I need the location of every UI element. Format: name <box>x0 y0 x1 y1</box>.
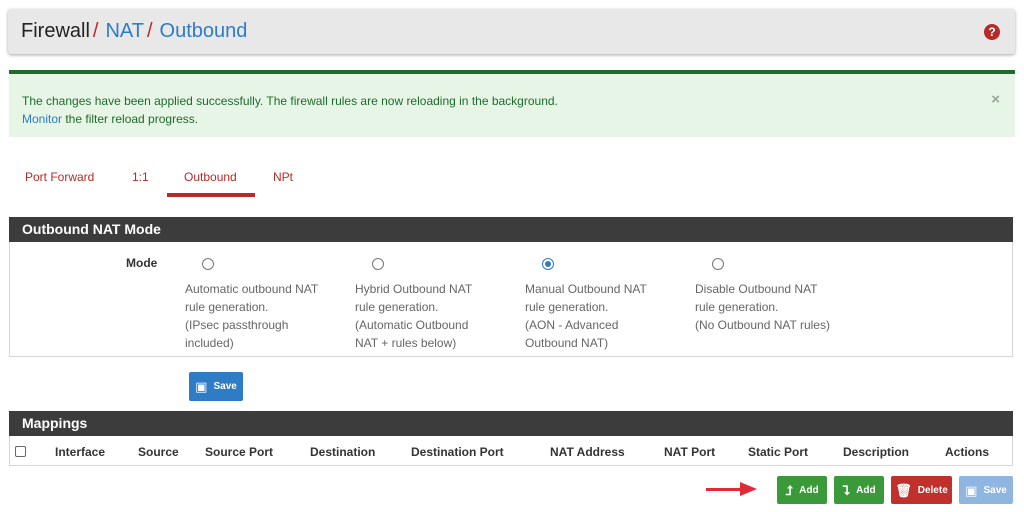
column-header: NAT Address <box>550 445 625 459</box>
add-rule-top-button[interactable]: ⮥ Add <box>777 476 827 504</box>
radio-automatic[interactable] <box>202 258 214 270</box>
select-all-checkbox[interactable] <box>15 446 26 457</box>
alert-message: The changes have been applied successful… <box>22 94 558 108</box>
alert-monitor-suffix: the filter reload progress. <box>62 112 199 126</box>
option-disable-text: Disable Outbound NAT rule generation. (N… <box>695 280 845 334</box>
breadcrumb-separator: / <box>146 20 153 42</box>
arrow-up-icon: ⮥ <box>785 482 794 498</box>
mode-label: Mode <box>126 256 158 270</box>
option-line: (IPsec passthrough <box>185 318 289 332</box>
help-icon[interactable]: ? <box>984 24 1000 40</box>
option-line: Outbound NAT) <box>525 336 609 350</box>
option-hybrid-text: Hybrid Outbound NAT rule generation. (Au… <box>355 280 505 352</box>
breadcrumb-outbound-link[interactable]: Outbound <box>160 20 248 42</box>
add-bottom-label: Add <box>856 484 876 496</box>
alert-monitor-line: Monitor the filter reload progress. <box>22 112 198 126</box>
option-line: Automatic outbound NAT <box>185 282 319 296</box>
column-header: Interface <box>55 445 106 459</box>
add-top-label: Add <box>799 484 819 496</box>
floppy-disk-icon: ▣ <box>965 482 978 498</box>
mode-save-label: Save <box>213 381 237 392</box>
column-header: Source Port <box>205 445 274 459</box>
add-rule-bottom-button[interactable]: ⮧ Add <box>834 476 884 504</box>
option-line: (Automatic Outbound <box>355 318 469 332</box>
radio-manual[interactable] <box>542 258 554 270</box>
option-line: included) <box>185 336 234 350</box>
column-header: NAT Port <box>664 445 716 459</box>
radio-disable[interactable] <box>712 258 724 270</box>
breadcrumb-firewall: Firewall <box>21 20 90 42</box>
column-header: Destination <box>310 445 376 459</box>
column-header: Destination Port <box>411 445 504 459</box>
column-header: Source <box>138 445 179 459</box>
save-rules-label: Save <box>983 484 1007 496</box>
option-line: Disable Outbound NAT <box>695 282 818 296</box>
breadcrumb: Firewall / NAT / Outbound <box>21 20 247 43</box>
delete-button[interactable]: 🗑 Delete <box>891 476 952 504</box>
tab-outbound[interactable]: Outbound <box>184 170 237 184</box>
tab-one-to-one[interactable]: 1:1 <box>132 170 149 184</box>
option-line: (AON - Advanced <box>525 318 619 332</box>
option-line: rule generation. <box>695 300 779 314</box>
radio-hybrid[interactable] <box>372 258 384 270</box>
nat-mode-panel-body <box>9 242 1013 357</box>
floppy-disk-icon: ▣ <box>195 379 208 394</box>
option-automatic-text: Automatic outbound NAT rule generation. … <box>185 280 335 352</box>
arrow-down-icon: ⮧ <box>842 482 851 498</box>
column-header: Description <box>843 445 910 459</box>
trash-icon: 🗑 <box>895 482 912 498</box>
nat-mode-panel-title: Outbound NAT Mode <box>9 217 1013 242</box>
option-line: rule generation. <box>525 300 609 314</box>
save-rules-button[interactable]: ▣ Save <box>959 476 1013 504</box>
column-header: Actions <box>945 445 990 459</box>
option-line: Manual Outbound NAT <box>525 282 647 296</box>
option-line: NAT + rules below) <box>355 336 457 350</box>
active-tab-indicator <box>167 193 255 197</box>
option-manual-text: Manual Outbound NAT rule generation. (AO… <box>525 280 675 352</box>
breadcrumb-nat-link[interactable]: NAT <box>105 20 144 42</box>
annotation-arrow-head <box>740 482 757 496</box>
tab-npt[interactable]: NPt <box>273 170 293 184</box>
option-line: (No Outbound NAT rules) <box>695 318 830 332</box>
breadcrumb-bar: Firewall / NAT / Outbound ? <box>8 9 1015 54</box>
mappings-panel-title: Mappings <box>9 411 1013 436</box>
option-line: rule generation. <box>355 300 439 314</box>
column-header: Static Port <box>748 445 809 459</box>
option-line: Hybrid Outbound NAT <box>355 282 473 296</box>
tab-port-forward[interactable]: Port Forward <box>25 170 94 184</box>
mode-save-button[interactable]: ▣ Save <box>189 372 243 401</box>
breadcrumb-separator: / <box>92 20 99 42</box>
option-line: rule generation. <box>185 300 269 314</box>
delete-label: Delete <box>917 484 948 496</box>
success-alert: The changes have been applied successful… <box>9 70 1015 137</box>
close-icon[interactable]: × <box>991 91 1000 108</box>
mappings-table-header: Interface Source Source Port Destination… <box>9 436 1013 466</box>
monitor-link[interactable]: Monitor <box>22 112 62 126</box>
